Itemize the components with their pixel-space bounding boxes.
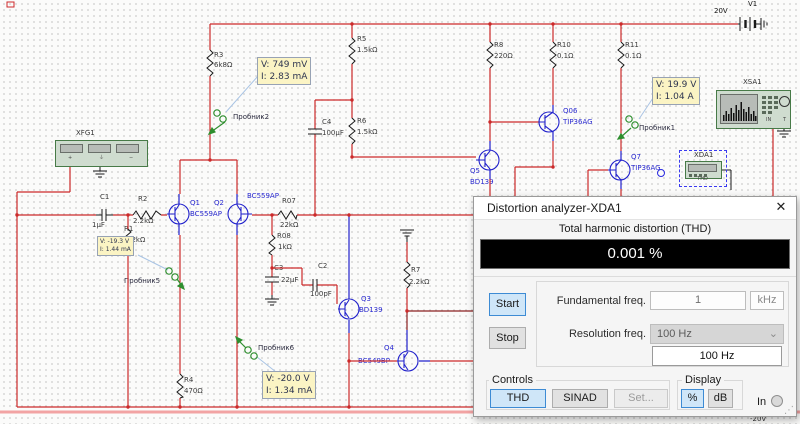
transistor-q4[interactable]	[397, 350, 419, 372]
transistor-q3[interactable]	[338, 298, 360, 320]
controls-group-label: Controls	[489, 374, 536, 386]
distortion-analyzer-xda1-icon[interactable]: THD	[685, 161, 722, 182]
xfg1-terminal-common: ⏚	[99, 155, 105, 161]
sinad-button[interactable]: SINAD	[552, 389, 608, 408]
display-group-label: Display	[682, 374, 725, 386]
dialog-title: Distortion analyzer-XDA1	[487, 201, 622, 215]
xfg1-terminal-plus: +	[68, 155, 73, 161]
resize-grip[interactable]: ⋰	[784, 405, 794, 416]
chevron-down-icon: ⌄	[768, 328, 778, 340]
spectrum-bars	[723, 102, 757, 121]
resistor-r4	[176, 373, 185, 399]
probe5-readout: V: -19.3 V I: 1.44 mA	[97, 236, 134, 256]
capacitor-c4	[308, 128, 322, 135]
probe1-readout: V: 19.9 V I: 1.04 A	[652, 77, 701, 105]
stop-button[interactable]: Stop	[489, 327, 526, 349]
capacitor-c3	[265, 276, 279, 283]
resistor-r8	[486, 41, 494, 69]
resolution-freq-label: Resolution freq.	[568, 328, 646, 340]
probe5-icon[interactable]	[165, 267, 186, 291]
resistor-r2	[132, 210, 162, 220]
resistor-r3	[206, 49, 214, 77]
distortion-analyzer-dialog[interactable]: Distortion analyzer-XDA1 ✕ Total harmoni…	[473, 196, 797, 417]
fundamental-freq-label: Fundamental freq.	[556, 295, 646, 307]
xda1-input-terminal[interactable]	[657, 169, 665, 177]
thd-reading-display: 0.001 %	[480, 239, 790, 269]
resolution-freq-readout: 100 Hz	[652, 346, 782, 366]
resistor-r5	[348, 37, 356, 65]
start-button[interactable]: Start	[489, 293, 526, 316]
probe2-icon[interactable]	[207, 109, 227, 136]
in-terminal-label: In	[757, 396, 767, 408]
fundamental-freq-input[interactable]: 1	[650, 291, 746, 310]
resistor-r07	[277, 210, 298, 221]
xsa1-t-label: T	[783, 117, 787, 123]
xsa1-screen	[720, 94, 758, 124]
transistor-q5[interactable]	[476, 149, 500, 171]
probe6-icon[interactable]	[234, 335, 258, 360]
thd-button[interactable]: THD	[490, 389, 546, 408]
percent-button[interactable]: %	[681, 389, 704, 408]
resistor-r10	[549, 41, 557, 69]
ground-xfg1	[93, 166, 107, 178]
resistor-r08	[268, 234, 276, 256]
battery-v1	[738, 17, 768, 31]
multisim-canvas[interactable]: R3 6k8Ω R5 1.5kΩ C4 100µF R6 1.5kΩ R8 22…	[0, 0, 800, 424]
transistor-q2[interactable]	[227, 203, 252, 225]
spectrum-analyzer-xsa1[interactable]: IN T	[716, 90, 791, 129]
offsheet-connector	[6, 1, 15, 8]
transistor-q1[interactable]	[167, 203, 190, 225]
probe6-readout: V: -20.0 V I: 1.34 mA	[262, 371, 317, 399]
resistor-r11	[617, 41, 625, 69]
thd-section-label: Total harmonic distortion (THD)	[558, 223, 712, 235]
ground-r7	[400, 229, 414, 242]
function-generator-xfg1[interactable]: + ⏚ −	[55, 140, 148, 167]
xfg1-terminal-minus: −	[129, 155, 134, 161]
set-button[interactable]: Set...	[614, 389, 668, 408]
resistor-r7	[403, 261, 411, 289]
fundamental-freq-unit: kHz	[750, 291, 784, 310]
capacitor-c2	[312, 279, 318, 291]
ground-c3	[265, 295, 279, 306]
close-icon[interactable]: ✕	[772, 199, 790, 216]
resolution-freq-dropdown[interactable]: 100 Hz ⌄	[650, 324, 784, 344]
xda1-label: XDA1	[694, 151, 714, 159]
probe2-readout: V: 749 mV I: 2.83 mA	[257, 57, 312, 85]
resistor-r6	[348, 117, 356, 145]
transistor-q6[interactable]	[538, 111, 560, 133]
transistor-q7[interactable]	[608, 159, 631, 181]
xsa1-knob	[779, 96, 790, 107]
capacitor-c1	[96, 209, 113, 221]
in-terminal-indicator[interactable]	[771, 395, 783, 407]
dark-red-wires[interactable]	[406, 310, 476, 330]
xsa1-in-label: IN	[766, 117, 772, 123]
separator	[474, 276, 796, 277]
db-button[interactable]: dB	[708, 389, 733, 408]
